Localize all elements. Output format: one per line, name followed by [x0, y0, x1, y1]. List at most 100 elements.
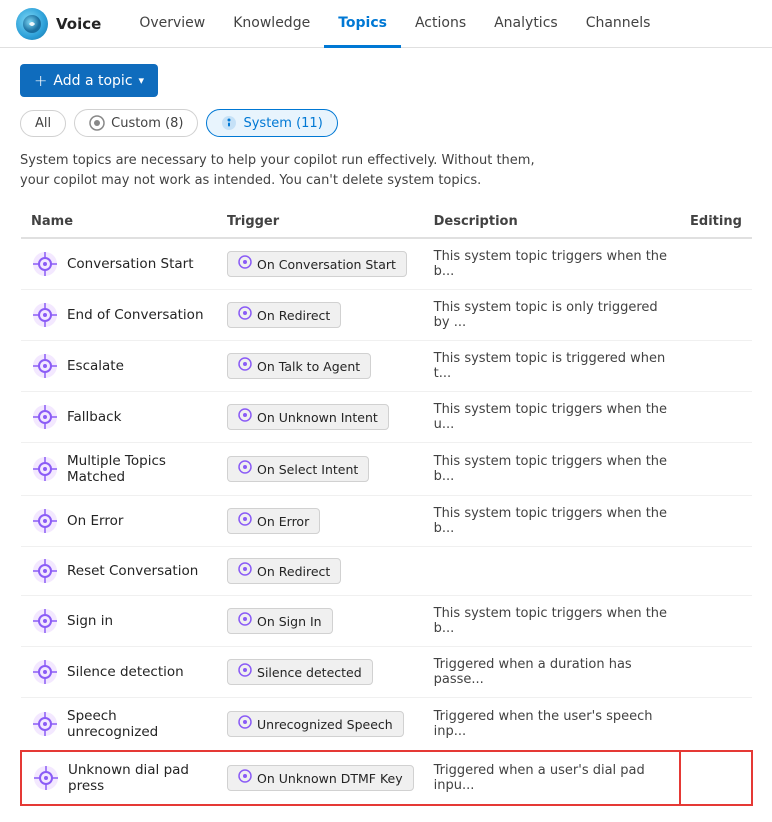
trigger-icon — [238, 612, 252, 630]
trigger-icon — [238, 306, 252, 324]
topic-description-cell: This system topic is only triggered by .… — [424, 290, 680, 341]
filter-all[interactable]: All — [20, 110, 66, 137]
topic-icon — [32, 764, 60, 792]
topic-editing-value — [680, 407, 752, 427]
topic-description-cell: This system topic triggers when the u... — [424, 392, 680, 443]
topic-description-text: This system topic triggers when the b... — [424, 239, 680, 289]
topic-name-cell: Silence detection — [21, 647, 217, 698]
topic-trigger-cell: On Error — [217, 496, 424, 547]
topic-trigger-cell: On Unknown Intent — [217, 392, 424, 443]
trigger-badge: On Error — [227, 508, 320, 534]
topic-icon — [31, 352, 59, 380]
topic-editing-value — [680, 356, 752, 376]
topic-editing-cell — [680, 496, 752, 547]
table-row[interactable]: Conversation Start On Conversation Start… — [21, 238, 752, 290]
topic-editing-cell — [680, 647, 752, 698]
topic-description-cell: This system topic is triggered when t... — [424, 341, 680, 392]
col-header-name: Name — [21, 206, 217, 238]
trigger-icon — [238, 255, 252, 273]
topic-name-cell: Sign in — [21, 596, 217, 647]
table-row[interactable]: On Error On Error This system topic trig… — [21, 496, 752, 547]
topic-editing-cell — [680, 290, 752, 341]
table-row[interactable]: Escalate On Talk to Agent This system to… — [21, 341, 752, 392]
topic-editing-cell — [680, 751, 752, 805]
topic-name-label: Sign in — [67, 613, 113, 629]
topic-editing-cell — [680, 443, 752, 496]
topic-description-cell: Triggered when the user's speech inp... — [424, 698, 680, 752]
topic-description-text: Triggered when a user's dial pad inpu... — [424, 753, 679, 803]
plus-icon: + — [34, 71, 47, 90]
topic-editing-cell — [680, 596, 752, 647]
topics-table: Name Trigger Description Editing C — [20, 206, 752, 806]
topic-name-cell: Multiple Topics Matched — [21, 443, 217, 496]
topic-name-cell: Reset Conversation — [21, 547, 217, 596]
topic-trigger-cell: On Select Intent — [217, 443, 424, 496]
table-row[interactable]: Sign in On Sign In This system topic tri… — [21, 596, 752, 647]
table-row[interactable]: Fallback On Unknown Intent This system t… — [21, 392, 752, 443]
table-row[interactable]: Speech unrecognized Unrecognized Speech … — [21, 698, 752, 752]
system-icon — [221, 115, 237, 131]
topic-editing-value — [680, 561, 752, 581]
topic-trigger-cell: Silence detected — [217, 647, 424, 698]
top-nav: Voice Overview Knowledge Topics Actions … — [0, 0, 772, 48]
trigger-icon — [238, 562, 252, 580]
topic-name-label: Speech unrecognized — [67, 708, 207, 740]
topic-description-text: Triggered when a duration has passe... — [424, 647, 680, 697]
nav-knowledge[interactable]: Knowledge — [219, 1, 324, 48]
filter-system[interactable]: System (11) — [206, 109, 337, 137]
table-row[interactable]: Multiple Topics Matched On Select Intent… — [21, 443, 752, 496]
topic-description-text: This system topic is triggered when t... — [424, 341, 680, 391]
topic-editing-value — [680, 714, 752, 734]
topic-editing-value — [680, 305, 752, 325]
topic-description-cell: This system topic triggers when the b... — [424, 596, 680, 647]
topic-name-label: Reset Conversation — [67, 563, 198, 579]
topic-trigger-cell: On Redirect — [217, 547, 424, 596]
nav-channels[interactable]: Channels — [572, 1, 665, 48]
trigger-badge: On Talk to Agent — [227, 353, 371, 379]
topic-description-cell: This system topic triggers when the b... — [424, 443, 680, 496]
topic-description-cell: This system topic triggers when the b... — [424, 496, 680, 547]
topic-icon — [31, 658, 59, 686]
table-row[interactable]: Reset Conversation On Redirect — [21, 547, 752, 596]
topic-trigger-cell: Unrecognized Speech — [217, 698, 424, 752]
filter-custom[interactable]: Custom (8) — [74, 109, 198, 137]
add-topic-button[interactable]: + Add a topic ▾ — [20, 64, 158, 97]
topic-trigger-cell: On Sign In — [217, 596, 424, 647]
topic-name-label: Conversation Start — [67, 256, 194, 272]
topic-icon — [31, 455, 59, 483]
filter-row: All Custom (8) System (11) — [20, 109, 752, 137]
trigger-badge: On Select Intent — [227, 456, 369, 482]
nav-actions[interactable]: Actions — [401, 1, 480, 48]
trigger-badge: On Conversation Start — [227, 251, 407, 277]
topic-name-label: Multiple Topics Matched — [67, 453, 207, 485]
table-row[interactable]: End of Conversation On Redirect This sys… — [21, 290, 752, 341]
trigger-icon — [238, 408, 252, 426]
topic-editing-value — [680, 511, 752, 531]
topic-editing-cell — [680, 698, 752, 752]
nav-topics[interactable]: Topics — [324, 1, 401, 48]
nav-items: Overview Knowledge Topics Actions Analyt… — [125, 0, 664, 47]
col-header-trigger: Trigger — [217, 206, 424, 238]
table-row[interactable]: Silence detection Silence detected Trigg… — [21, 647, 752, 698]
topic-name-label: Escalate — [67, 358, 124, 374]
topic-description-text: Triggered when the user's speech inp... — [424, 699, 680, 749]
topic-trigger-cell: On Unknown DTMF Key — [217, 751, 424, 805]
topic-name-cell: Conversation Start — [21, 238, 217, 290]
topic-name-label: Unknown dial pad press — [68, 762, 207, 794]
trigger-icon — [238, 769, 252, 787]
nav-overview[interactable]: Overview — [125, 1, 219, 48]
nav-analytics[interactable]: Analytics — [480, 1, 572, 48]
topic-name-cell: End of Conversation — [21, 290, 217, 341]
trigger-icon — [238, 460, 252, 478]
topic-name-cell: Escalate — [21, 341, 217, 392]
topic-icon — [31, 403, 59, 431]
topic-description-cell — [424, 547, 680, 596]
topic-name-cell: Fallback — [21, 392, 217, 443]
topic-description-text: This system topic triggers when the b... — [424, 496, 680, 546]
topic-name-cell: Speech unrecognized — [21, 698, 217, 752]
info-text: System topics are necessary to help your… — [20, 151, 540, 190]
trigger-badge: On Unknown Intent — [227, 404, 389, 430]
topic-editing-value — [680, 459, 752, 479]
table-row[interactable]: Unknown dial pad press On Unknown DTMF K… — [21, 751, 752, 805]
topic-trigger-cell: On Redirect — [217, 290, 424, 341]
